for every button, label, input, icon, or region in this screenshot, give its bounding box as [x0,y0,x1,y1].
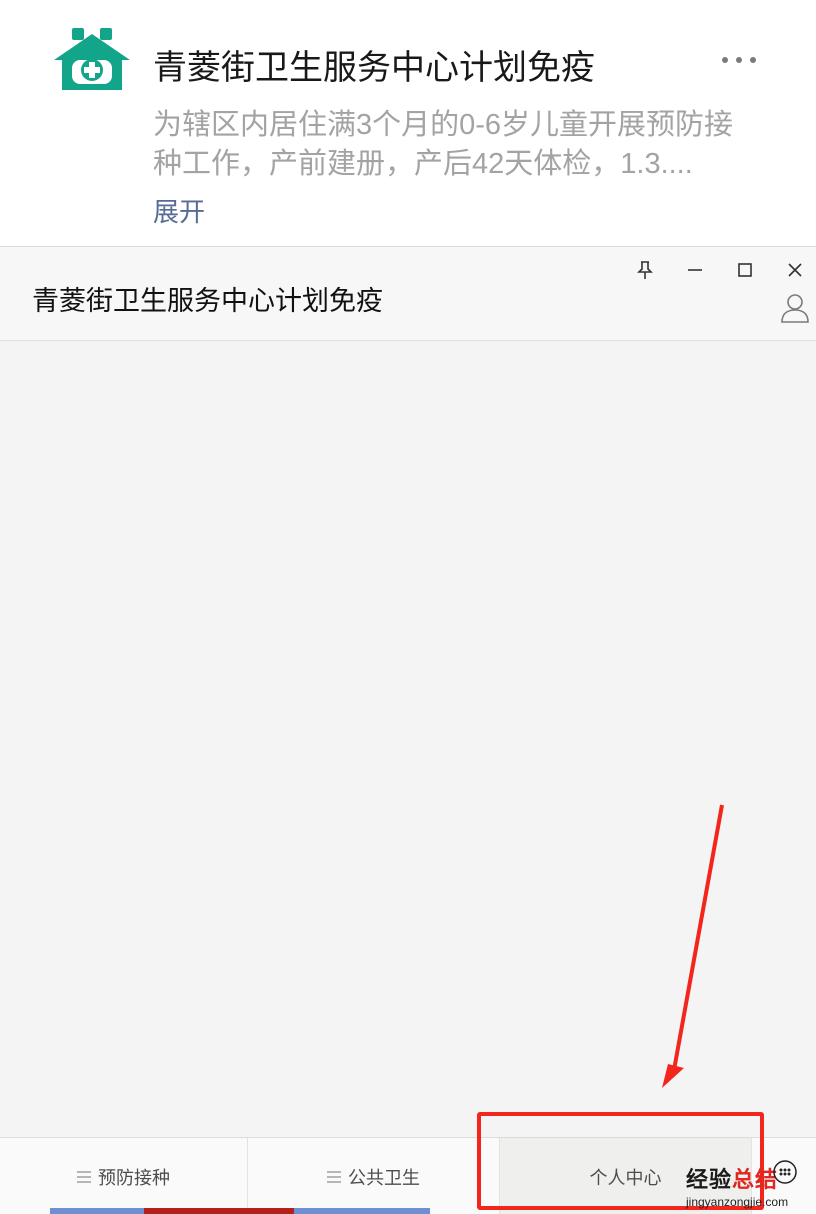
menu-item-vaccination[interactable]: 预防接种 [0,1138,248,1214]
menu-bars-icon [327,1168,341,1186]
menu-item-public-health[interactable]: 公共卫生 [248,1138,500,1214]
expand-link[interactable]: 展开 [153,192,205,229]
account-name: 青菱街卫生服务中心计划免疫 [153,49,595,87]
pin-button[interactable] [630,255,660,285]
close-icon [788,263,802,277]
window-titlebar: 青菱街卫生服务中心计划免疫 [0,247,816,341]
webview-content-area [0,342,816,1137]
bottom-banner-strip [50,1208,430,1214]
user-icon[interactable] [778,291,812,325]
more-options-button[interactable] [718,46,760,74]
maximize-icon [738,263,752,277]
pin-icon [637,261,653,279]
menu-item-label: 预防接种 [98,1168,170,1188]
more-dots-icon [722,57,728,63]
menu-bars-icon [77,1168,91,1186]
minimize-icon [688,269,702,271]
window-title: 青菱街卫生服务中心计划免疫 [32,286,383,316]
webview-window: 青菱街卫生服务中心计划免疫 预防接种 公共卫生 个人中心 [0,246,816,1214]
minimize-button[interactable] [680,255,710,285]
menu-item-label: 公共卫生 [348,1168,420,1188]
account-description: 为辖区内居住满3个月的0-6岁儿童开展预防接种工作，产前建册，产后42天体检，1… [153,109,734,180]
account-profile-card: 青菱街卫生服务中心计划免疫 为辖区内居住满3个月的0-6岁儿童开展预防接种工作，… [0,0,816,246]
close-button[interactable] [780,255,810,285]
watermark-icon [773,1160,797,1184]
hospital-house-icon [54,28,130,90]
maximize-button[interactable] [730,255,760,285]
